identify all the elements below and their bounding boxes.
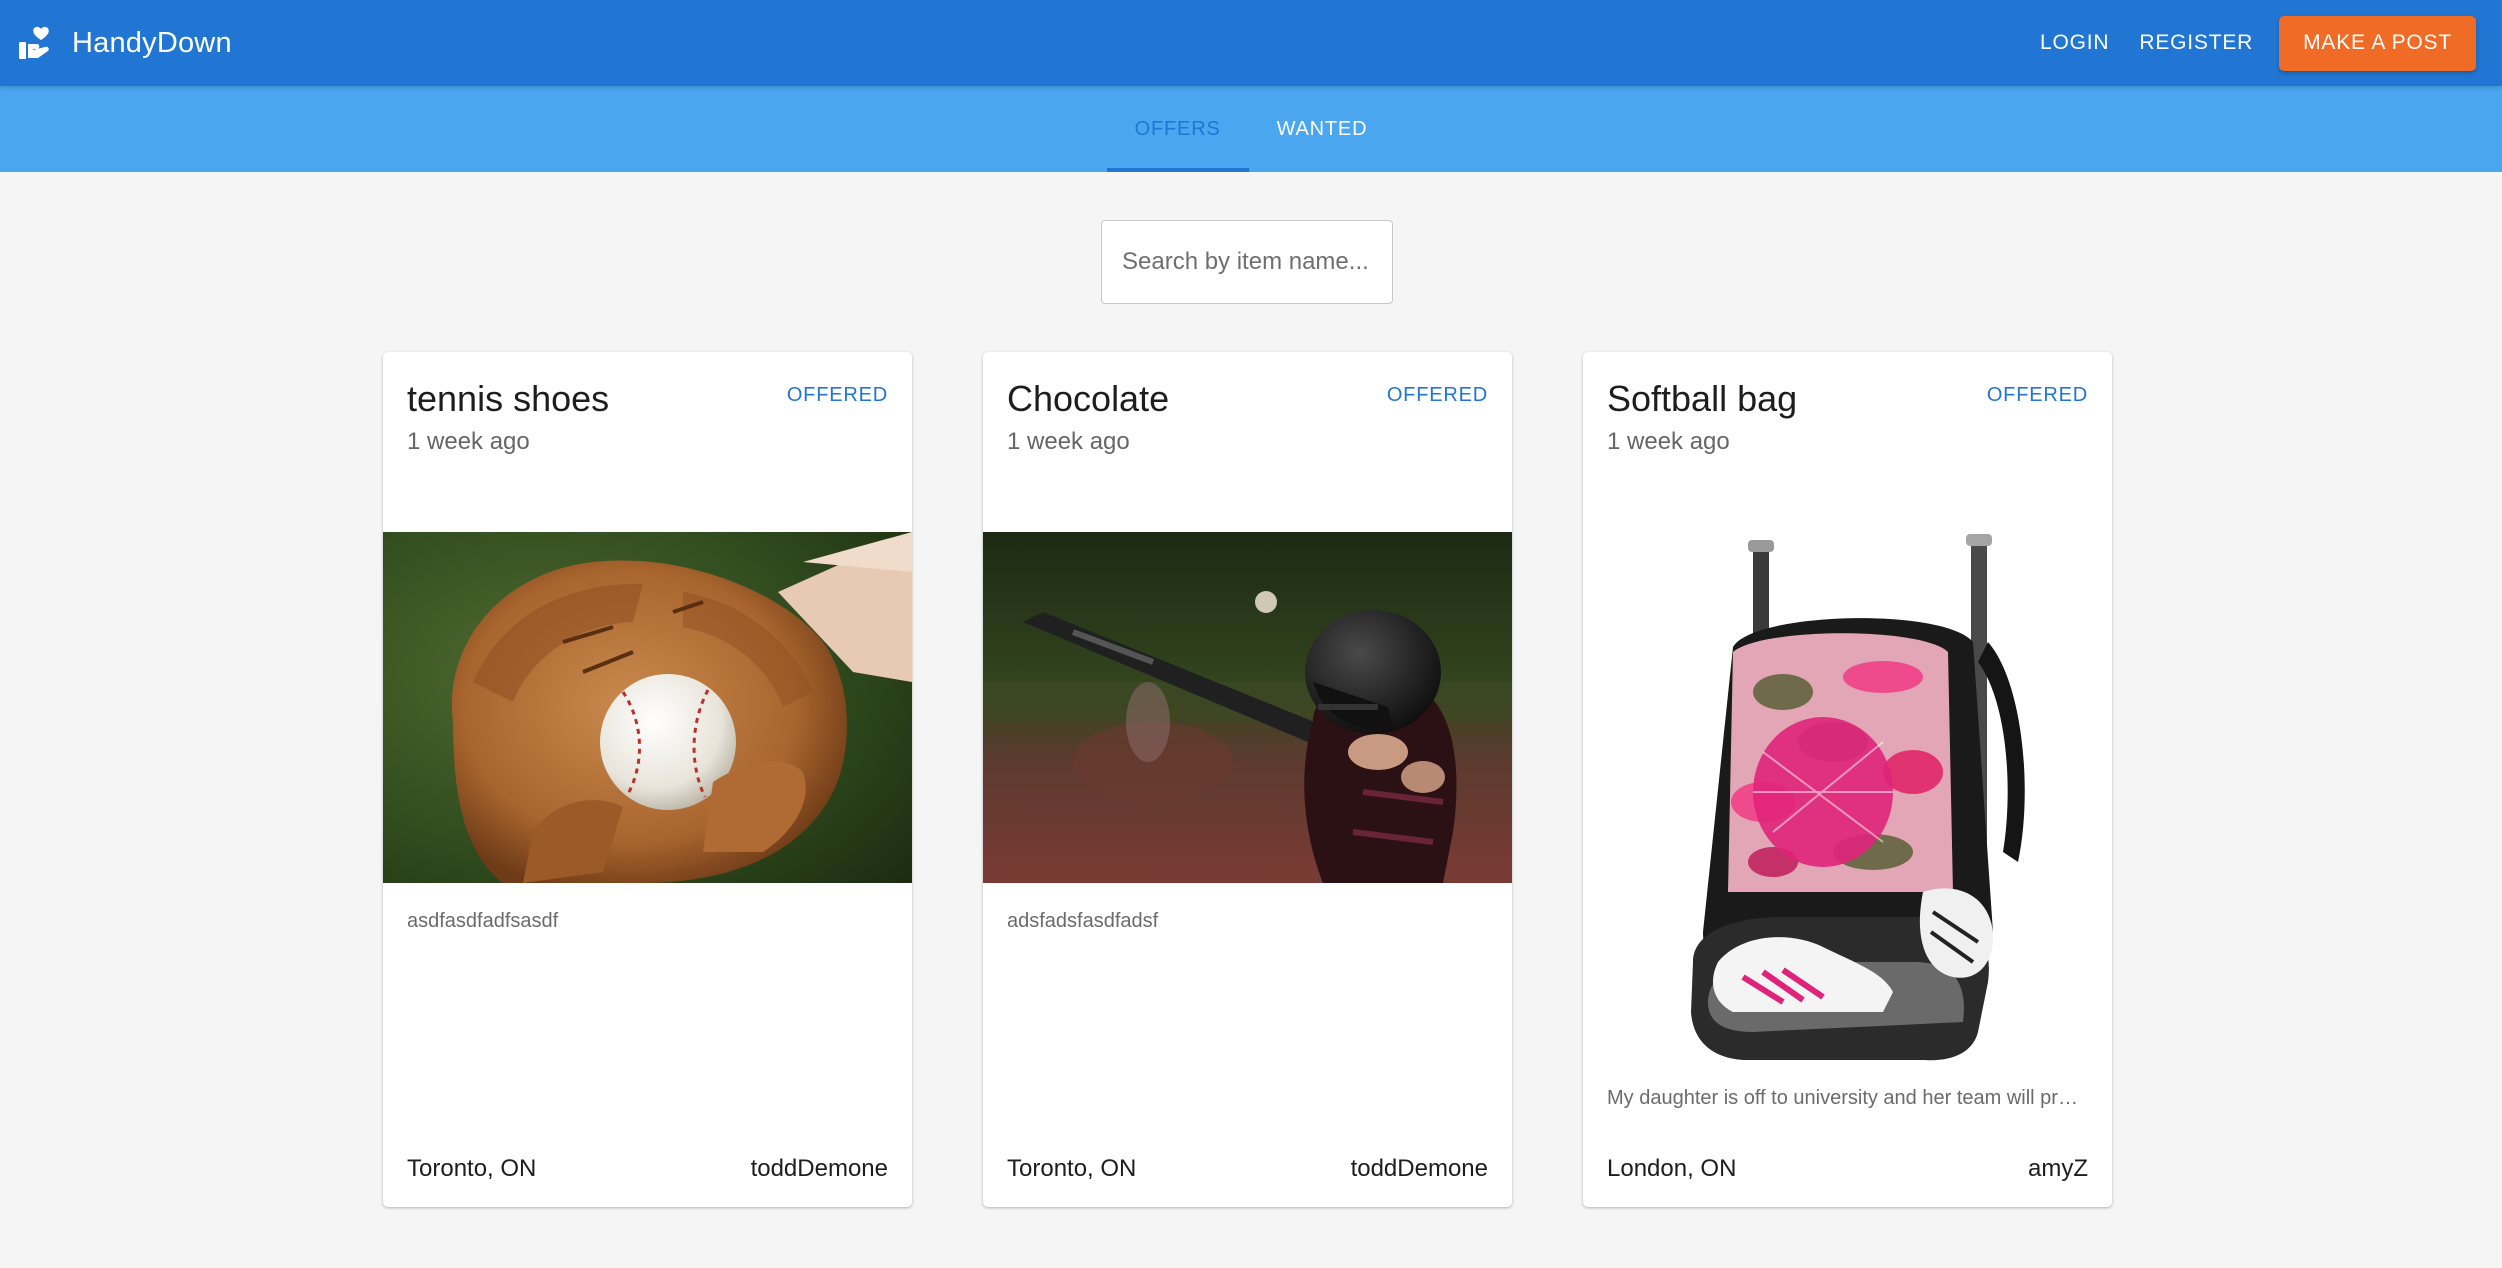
make-a-post-button[interactable]: MAKE A POST <box>2279 15 2476 71</box>
status-badge: OFFERED <box>786 384 888 406</box>
post-location: Toronto, ON <box>1007 1155 1137 1182</box>
post-description: My daughter is off to university and her… <box>1607 1087 2088 1109</box>
register-button[interactable]: REGISTER <box>2139 31 2253 55</box>
post-title: Softball bag <box>1607 378 1798 419</box>
post-title: tennis shoes <box>407 378 610 419</box>
post-username[interactable]: toddDemone <box>751 1155 888 1183</box>
softball-backpack-photo[interactable] <box>1583 532 2112 1062</box>
post-time: 1 week ago <box>407 428 530 455</box>
status-badge: OFFERED <box>1986 384 2088 406</box>
post-location: Toronto, ON <box>407 1155 537 1182</box>
tab-offers[interactable]: OFFERS <box>1106 86 1249 172</box>
post-username[interactable]: toddDemone <box>1351 1155 1488 1183</box>
post-time: 1 week ago <box>1007 428 1130 455</box>
post-description: asdfasdfadfsasdf <box>407 910 559 932</box>
post-username[interactable]: amyZ <box>2028 1155 2088 1183</box>
post-time: 1 week ago <box>1607 428 1730 455</box>
post-description: adsfadsfasdfadsf <box>1007 910 1159 932</box>
tab-wanted[interactable]: WANTED <box>1249 86 1396 172</box>
baseball-glove-photo[interactable] <box>383 532 912 883</box>
tab-bar: OFFERS WANTED <box>0 86 2502 172</box>
login-button[interactable]: LOGIN <box>2040 31 2109 55</box>
hands-heart-icon <box>18 25 54 61</box>
post-card[interactable]: Chocolate 1 week ago OFFERED adsfadsfasd… <box>983 352 1512 1207</box>
brand-name: HandyDown <box>72 26 232 59</box>
post-card[interactable]: Softball bag 1 week ago OFFERED My daugh… <box>1583 352 2112 1207</box>
post-title: Chocolate <box>1007 378 1170 419</box>
child-batter-photo[interactable] <box>983 532 1512 883</box>
search-input[interactable] <box>1101 220 1393 304</box>
app-bar: HandyDown LOGIN REGISTER MAKE A POST <box>0 0 2502 86</box>
brand[interactable]: HandyDown <box>18 25 232 61</box>
post-card[interactable]: tennis shoes 1 week ago OFFERED asdfasdf… <box>383 352 912 1207</box>
status-badge: OFFERED <box>1386 384 1488 406</box>
post-location: London, ON <box>1607 1155 1737 1182</box>
